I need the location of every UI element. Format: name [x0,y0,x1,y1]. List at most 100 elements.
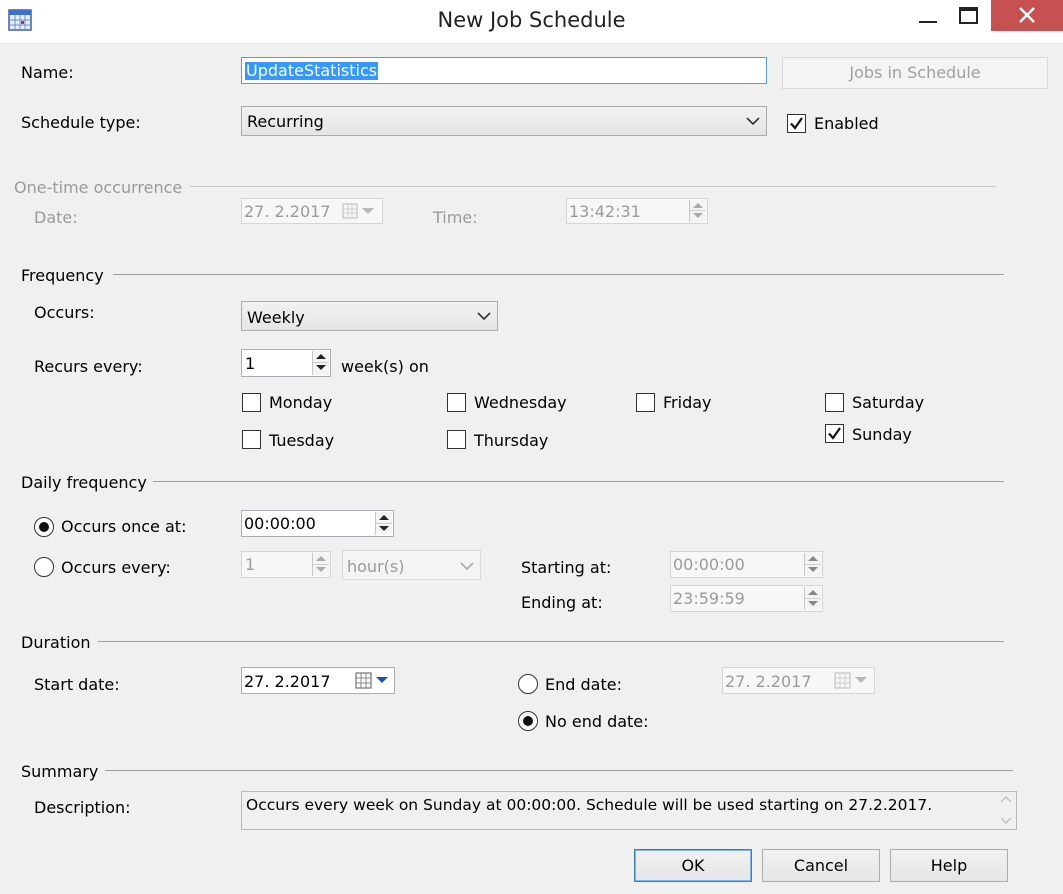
description-label: Description: [34,798,131,817]
spin-down-icon [693,213,703,218]
minimize-button[interactable] [905,2,951,32]
spin-up-icon [379,515,389,520]
starting-at-spinner[interactable] [804,553,821,576]
occurs-select[interactable]: Weekly [241,301,498,331]
ok-button[interactable]: OK [634,849,752,882]
no-end-date-label: No end date: [545,712,649,731]
name-input[interactable]: UpdateStatistics [241,57,767,84]
chevron-down-icon [477,312,491,321]
saturday-label: Saturday [852,393,925,412]
maximize-icon [959,7,978,24]
spin-down-icon [808,600,818,606]
tuesday-label: Tuesday [269,431,335,450]
no-end-date-radio[interactable] [518,711,538,731]
summary-header: Summary [21,762,99,781]
close-icon [1019,7,1035,23]
occurs-once-radio[interactable] [34,517,54,537]
jobs-in-schedule-button[interactable]: Jobs in Schedule [782,57,1048,89]
duration-header: Duration [21,633,91,652]
daily-frequency-separator [153,481,1004,482]
chevron-down-icon [746,117,760,126]
end-date-picker[interactable]: 27. 2.2017 [722,667,875,694]
recurs-spinner[interactable] [312,351,329,375]
end-date-label: End date: [545,675,622,694]
monday-checkbox[interactable] [242,393,261,412]
frequency-header: Frequency [21,266,104,285]
sunday-checkbox[interactable] [825,424,844,443]
one-time-time-label: Time: [433,208,478,227]
one-time-occurrence-header: One-time occurrence [14,178,183,197]
spin-down-icon [316,566,326,572]
every-spinner[interactable] [312,553,329,576]
occurs-value: Weekly [247,308,305,327]
occurs-once-label: Occurs once at: [61,517,187,536]
ending-at-spinner[interactable] [804,587,821,610]
schedule-type-value: Recurring [247,112,324,131]
one-time-date-label: Date: [34,208,78,227]
maximize-button[interactable] [951,2,987,32]
cancel-button[interactable]: Cancel [762,849,880,882]
occurs-every-unit-value: hour(s) [347,557,405,576]
check-icon [828,427,841,440]
start-date-picker[interactable]: 27. 2.2017 [241,667,395,694]
recurs-every-value: 1 [245,354,256,373]
one-time-separator [190,186,996,187]
occurs-every-radio[interactable] [34,557,54,577]
one-time-date-picker[interactable]: 27. 2.2017 [241,198,383,224]
wednesday-label: Wednesday [474,393,567,412]
summary-separator [105,770,1013,771]
occurs-every-value: 1 [245,555,256,574]
ending-at-label: Ending at: [521,593,603,612]
starting-at-input[interactable]: 00:00:00 [670,551,823,578]
thursday-label: Thursday [474,431,549,450]
recurs-every-label: Recurs every: [34,357,143,376]
duration-separator [98,641,1004,642]
description-text: Occurs every week on Sunday at 00:00:00.… [246,796,933,814]
name-input-value: UpdateStatistics [245,61,379,80]
spin-down-icon [379,525,389,531]
enabled-label: Enabled [814,114,879,133]
close-button[interactable] [991,0,1063,31]
help-button[interactable]: Help [890,849,1008,882]
ending-at-value: 23:59:59 [673,589,745,608]
enabled-checkbox[interactable] [787,114,806,133]
frequency-separator [113,274,1004,275]
ending-at-input[interactable]: 23:59:59 [670,585,823,612]
schedule-type-select[interactable]: Recurring [241,106,767,136]
description-textarea[interactable]: Occurs every week on Sunday at 00:00:00.… [241,791,1017,830]
spin-up-icon [316,556,326,561]
once-time-spinner[interactable] [375,512,392,535]
spin-down-icon [316,365,326,370]
calendar-icon [342,203,374,219]
occurs-every-unit-select[interactable]: hour(s) [342,550,481,580]
thursday-checkbox[interactable] [447,430,466,449]
description-scrollbar[interactable] [996,792,1016,829]
window-title: New Job Schedule [437,8,626,32]
start-date-label: Start date: [34,675,120,694]
friday-checkbox[interactable] [636,393,655,412]
start-date-value: 27. 2.2017 [244,672,331,691]
spin-up-icon [693,203,703,208]
wednesday-checkbox[interactable] [447,393,466,412]
one-time-time-input[interactable]: 13:42:31 [566,198,708,224]
check-icon [790,117,803,130]
minimize-icon [919,21,937,23]
saturday-checkbox[interactable] [825,393,844,412]
daily-frequency-header: Daily frequency [21,473,147,492]
calendar-icon[interactable] [355,672,393,690]
occurs-every-label: Occurs every: [61,558,171,577]
scroll-down-icon [1001,817,1011,824]
one-time-time-value: 13:42:31 [569,202,641,221]
occurs-once-time-input[interactable]: 00:00:00 [241,510,394,537]
recurs-every-suffix: week(s) on [341,357,429,376]
spin-down-icon [808,566,818,572]
monday-label: Monday [269,393,333,412]
time-spinner[interactable] [689,200,706,222]
occurs-every-input[interactable]: 1 [241,551,331,578]
chevron-down-icon [460,562,474,571]
recurs-every-input[interactable]: 1 [241,349,331,377]
tuesday-checkbox[interactable] [242,430,261,449]
starting-at-label: Starting at: [521,558,612,577]
starting-at-value: 00:00:00 [673,555,745,574]
end-date-radio[interactable] [518,674,538,694]
